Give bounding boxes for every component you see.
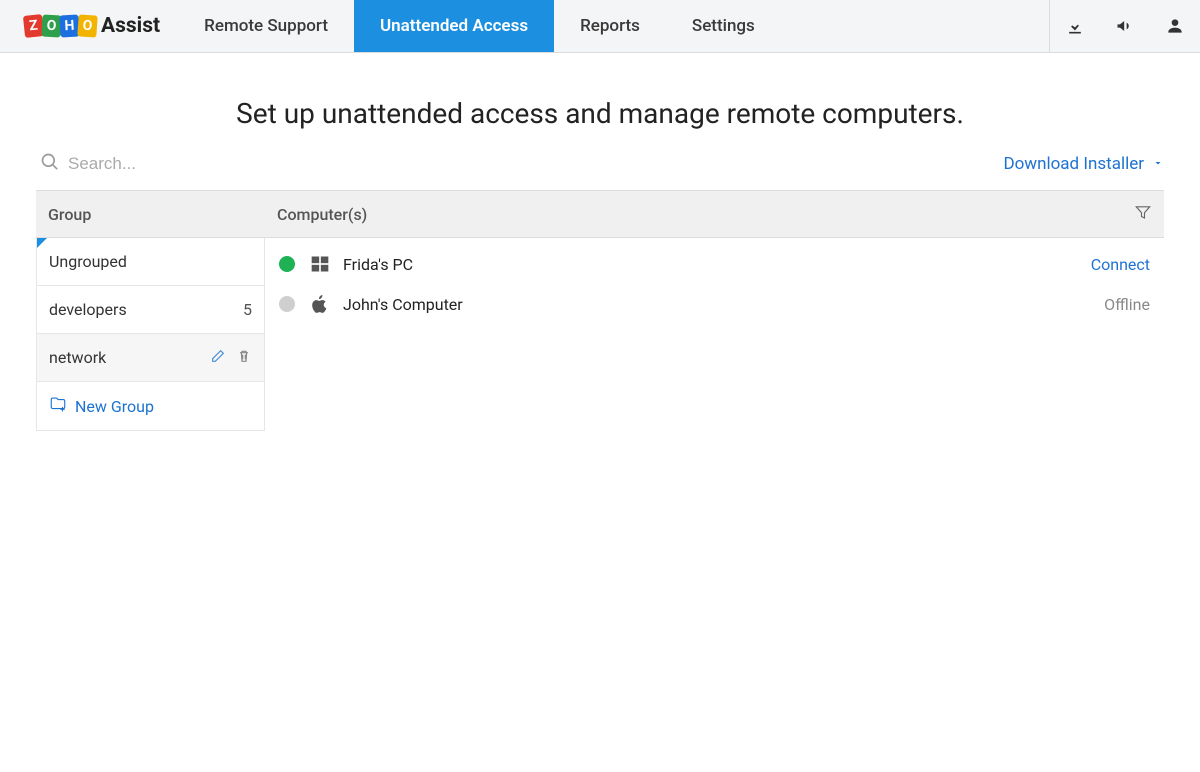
connect-button[interactable]: Connect bbox=[1091, 255, 1150, 274]
group-developers[interactable]: developers 5 bbox=[37, 286, 264, 334]
megaphone-icon[interactable] bbox=[1100, 0, 1150, 52]
search-input[interactable] bbox=[68, 154, 348, 174]
product-name: Assist bbox=[101, 14, 160, 38]
content-area: Ungrouped developers 5 network New Group bbox=[36, 238, 1164, 431]
zoho-o2: O bbox=[77, 14, 97, 37]
new-group-button[interactable]: New Group bbox=[37, 382, 264, 430]
column-header-computers: Computer(s) bbox=[277, 205, 367, 224]
new-group-label: New Group bbox=[75, 397, 154, 416]
group-actions bbox=[210, 348, 252, 368]
edit-icon[interactable] bbox=[210, 348, 226, 368]
main-nav: Remote Support Unattended Access Reports… bbox=[178, 0, 781, 52]
zoho-logo: Z O H O bbox=[24, 15, 95, 37]
offline-label: Offline bbox=[1104, 295, 1150, 314]
trash-icon[interactable] bbox=[236, 348, 252, 368]
group-label: network bbox=[49, 348, 106, 367]
filter-icon[interactable] bbox=[1134, 203, 1152, 225]
user-icon[interactable] bbox=[1150, 0, 1200, 52]
toolbar: Download Installer bbox=[0, 138, 1200, 190]
group-label: developers bbox=[49, 300, 127, 319]
computer-name: John's Computer bbox=[343, 295, 463, 314]
topbar-right-icons bbox=[1049, 0, 1200, 52]
group-network[interactable]: network bbox=[37, 334, 264, 382]
computer-row[interactable]: Frida's PC Connect bbox=[265, 244, 1164, 284]
group-count: 5 bbox=[243, 300, 252, 319]
nav-remote-support[interactable]: Remote Support bbox=[178, 0, 354, 52]
folder-plus-icon bbox=[49, 395, 67, 417]
app-logo[interactable]: Z O H O Assist bbox=[0, 0, 178, 52]
zoho-o1: O bbox=[41, 15, 61, 38]
nav-unattended-access[interactable]: Unattended Access bbox=[354, 0, 554, 52]
nav-reports[interactable]: Reports bbox=[554, 0, 666, 52]
chevron-down-icon bbox=[1152, 154, 1164, 174]
status-offline-icon bbox=[279, 296, 295, 312]
group-label: Ungrouped bbox=[49, 252, 127, 271]
computer-row[interactable]: John's Computer Offline bbox=[265, 284, 1164, 324]
download-installer-link[interactable]: Download Installer bbox=[1003, 154, 1164, 174]
table-header: Group Computer(s) bbox=[36, 190, 1164, 238]
download-installer-label: Download Installer bbox=[1003, 154, 1144, 174]
top-nav-bar: Z O H O Assist Remote Support Unattended… bbox=[0, 0, 1200, 53]
computer-list: Frida's PC Connect John's Computer Offli… bbox=[265, 238, 1164, 431]
page-title: Set up unattended access and manage remo… bbox=[0, 97, 1200, 130]
status-online-icon bbox=[279, 256, 295, 272]
groups-sidebar: Ungrouped developers 5 network New Group bbox=[36, 238, 265, 431]
apple-icon bbox=[309, 294, 331, 314]
search-wrap bbox=[40, 152, 348, 176]
search-icon bbox=[40, 152, 68, 176]
download-icon[interactable] bbox=[1050, 0, 1100, 52]
windows-icon bbox=[309, 254, 331, 274]
nav-settings[interactable]: Settings bbox=[666, 0, 781, 52]
computer-name: Frida's PC bbox=[343, 255, 413, 274]
column-header-group: Group bbox=[48, 205, 277, 224]
group-ungrouped[interactable]: Ungrouped bbox=[37, 238, 264, 286]
